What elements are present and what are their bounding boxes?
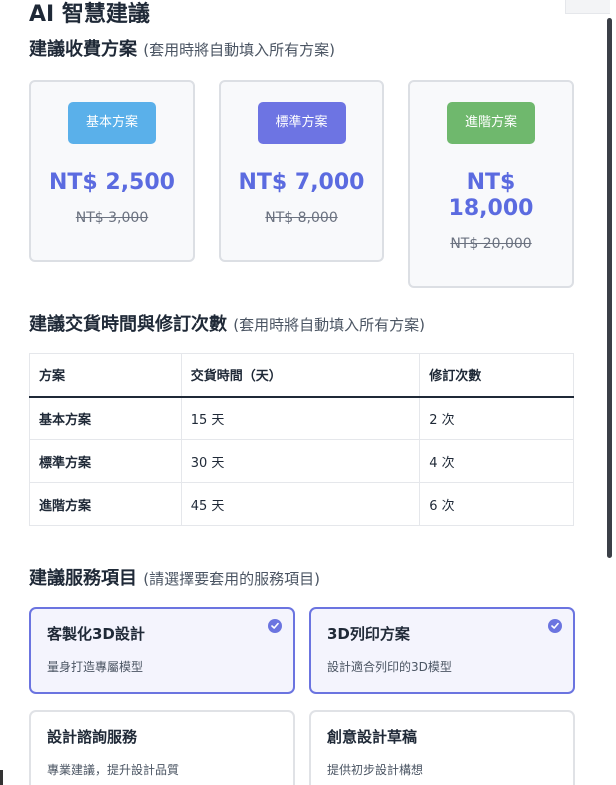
cell-plan: 基本方案 [29,396,182,440]
page-title: AI 智慧建議 [29,2,150,27]
column-header-plan: 方案 [29,353,182,398]
services-section-title: 建議服務項目 (請選擇要套用的服務項目) [29,567,320,591]
plan-card-standard[interactable]: 標準方案 NT$ 7,000 NT$ 8,000 [219,80,384,262]
vertical-scrollbar[interactable] [607,18,612,558]
service-description: 提供初步設計構想 [327,763,424,777]
plan-original-price-basic: NT$ 3,000 [75,210,149,226]
table-header-row: 方案 交貨時間（天） 修訂次數 [29,353,574,398]
table-row: 基本方案 15 天 2 次 [29,396,574,440]
column-header-delivery-days: 交貨時間（天） [180,353,421,398]
plan-badge-standard: 標準方案 [257,102,346,144]
service-description: 專業建議，提升設計品質 [47,763,180,777]
plan-price-basic: NT$ 2,500 [49,170,175,195]
cell-delivery-days: 45 天 [180,482,421,526]
cell-delivery-days: 15 天 [180,396,421,440]
cell-revisions: 6 次 [419,482,574,526]
delivery-section-title: 建議交貨時間與修訂次數 (套用時將自動填入所有方案) [29,313,425,337]
service-card-design-consulting[interactable]: 設計諮詢服務 專業建議，提升設計品質 [29,710,295,785]
service-title: 3D列印方案 [327,625,410,643]
service-title: 設計諮詢服務 [47,728,138,746]
pricing-title: 建議收費方案 [29,39,137,60]
pricing-section-title: 建議收費方案 (套用時將自動填入所有方案) [29,38,335,62]
delivery-hint: (套用時將自動填入所有方案) [233,316,425,334]
window-edge [0,770,3,785]
plan-badge-advanced: 進階方案 [447,102,535,144]
plan-original-price-standard: NT$ 8,000 [265,210,338,226]
cell-plan: 進階方案 [29,482,182,526]
cell-revisions: 4 次 [419,439,574,483]
plan-card-basic[interactable]: 基本方案 NT$ 2,500 NT$ 3,000 [29,80,195,262]
pricing-hint: (套用時將自動填入所有方案) [143,41,335,59]
service-title: 客製化3D設計 [47,625,145,643]
service-card-creative-draft[interactable]: 創意設計草稿 提供初步設計構想 [309,710,575,785]
service-description: 量身打造專屬模型 [47,660,144,674]
table-row: 進階方案 45 天 6 次 [29,482,574,526]
table-row: 標準方案 30 天 4 次 [29,439,574,483]
plan-original-price-advanced: NT$ 20,000 [450,236,532,252]
plan-price-standard: NT$ 7,000 [238,170,365,195]
cell-plan: 標準方案 [29,439,182,483]
service-description: 設計適合列印的3D模型 [327,660,452,674]
plan-badge-basic: 基本方案 [68,102,156,144]
services-hint: (請選擇要套用的服務項目) [143,570,320,588]
service-card-3d-printing[interactable]: 3D列印方案 設計適合列印的3D模型 [309,607,575,694]
check-icon [268,619,282,633]
plan-price-advanced-line1: NT$ [466,170,516,195]
column-header-revisions: 修訂次數 [419,353,574,398]
top-tab[interactable] [565,0,610,14]
cell-delivery-days: 30 天 [180,439,421,483]
plan-card-advanced[interactable]: 進階方案 NT$ 18,000 NT$ 20,000 [408,80,574,288]
service-card-custom-3d-design[interactable]: 客製化3D設計 量身打造專屬模型 [29,607,295,694]
plan-price-advanced-line2: 18,000 [448,196,534,221]
delivery-title: 建議交貨時間與修訂次數 [29,314,227,335]
service-title: 創意設計草稿 [327,728,418,746]
ai-suggestion-panel: AI 智慧建議 建議收費方案 (套用時將自動填入所有方案) 基本方案 NT$ 2… [0,0,616,785]
delivery-table: 方案 交貨時間（天） 修訂次數 基本方案 15 天 2 次 標準方案 30 天 … [29,353,574,526]
services-title: 建議服務項目 [29,568,137,589]
check-icon [548,619,562,633]
cell-revisions: 2 次 [419,396,574,440]
